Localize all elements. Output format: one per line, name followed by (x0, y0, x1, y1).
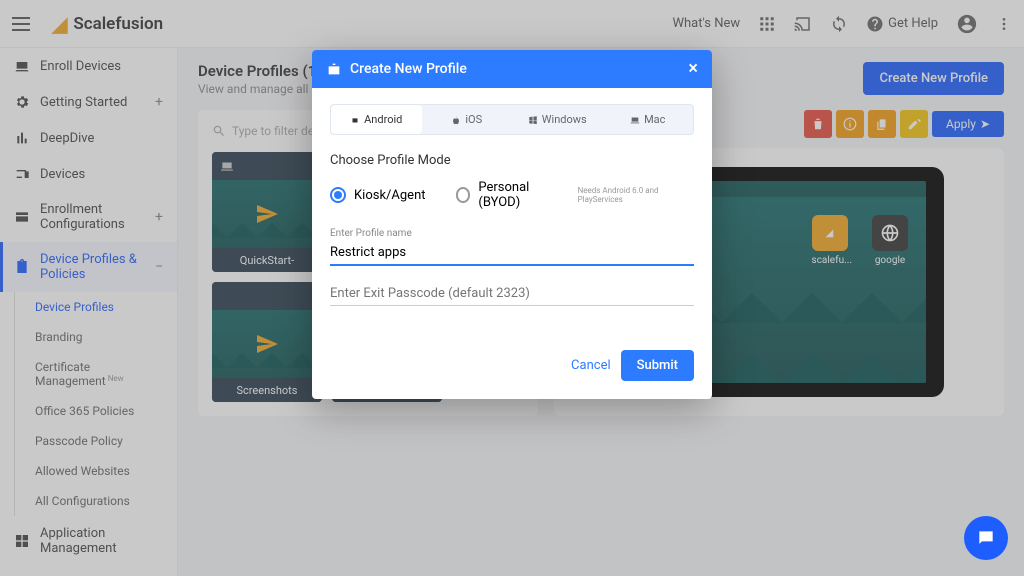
radio-byod[interactable]: Personal (BYOD)Needs Android 6.0 and Pla… (456, 180, 695, 210)
tab-ios[interactable]: iOS (422, 105, 513, 134)
profile-name-label: Enter Profile name (330, 228, 694, 239)
tab-windows[interactable]: Windows (512, 105, 603, 134)
exit-passcode-input[interactable] (330, 282, 694, 306)
choose-mode-label: Choose Profile Mode (330, 153, 694, 168)
windows-icon (528, 115, 538, 125)
profile-name-input[interactable] (330, 241, 694, 266)
laptop-icon (630, 115, 640, 125)
android-icon (350, 115, 360, 125)
cancel-button[interactable]: Cancel (571, 358, 611, 373)
radio-kiosk[interactable]: Kiosk/Agent (330, 180, 426, 210)
radio-unchecked-icon (456, 187, 471, 203)
tab-android[interactable]: Android (331, 105, 422, 134)
submit-button[interactable]: Submit (621, 350, 694, 381)
modal-title: Create New Profile (350, 61, 467, 77)
apple-icon (451, 115, 461, 125)
os-tabs: Android iOS Windows Mac (330, 104, 694, 135)
close-button[interactable]: × (688, 60, 698, 78)
briefcase-icon (326, 61, 342, 77)
chat-icon (976, 528, 996, 548)
radio-checked-icon (330, 187, 346, 203)
create-profile-modal: Create New Profile × Android iOS Windows… (312, 50, 712, 399)
radio-note: Needs Android 6.0 and PlayServices (578, 186, 694, 204)
tab-mac[interactable]: Mac (603, 105, 694, 134)
chat-button[interactable] (964, 516, 1008, 560)
